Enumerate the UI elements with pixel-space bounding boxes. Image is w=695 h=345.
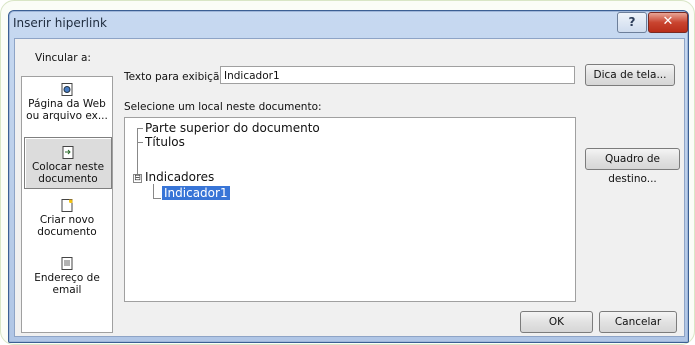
select-place-label: Selecione um local neste documento: xyxy=(124,101,322,113)
display-text-label: Texto para exibição: xyxy=(124,71,230,83)
tree-node-bookmark-indicador1[interactable]: Indicador1 xyxy=(162,186,230,200)
sidebar-item-label: Endereço de xyxy=(34,272,100,284)
cancel-button-label: Cancelar xyxy=(614,316,662,328)
tree-node-label: Indicadores xyxy=(145,170,215,184)
screen-tip-button-label: Dica de tela... xyxy=(593,69,667,81)
sidebar-item-label: Colocar neste xyxy=(31,161,105,173)
tree-node-label: Parte superior do documento xyxy=(145,121,320,135)
ok-button-label: OK xyxy=(548,316,565,328)
dialog-title: Inserir hiperlink xyxy=(13,16,107,30)
ok-button[interactable]: OK xyxy=(520,311,593,333)
tree-node-label: Títulos xyxy=(145,135,185,149)
sidebar-item-new-document[interactable]: Criar novo documento xyxy=(24,199,110,243)
target-frame-button[interactable]: Quadro de destino... xyxy=(585,148,680,185)
help-button[interactable]: ? xyxy=(617,12,647,33)
dialog-client-area: Vincular a: Página da Web ou arquivo ex.… xyxy=(14,38,685,337)
screen-tip-button[interactable]: Dica de tela... xyxy=(585,64,675,86)
help-icon: ? xyxy=(628,15,636,29)
sidebar-item-label: documento xyxy=(38,173,98,185)
tree-node-bookmarks[interactable]: Indicadores xyxy=(145,170,214,184)
close-button[interactable]: ✕ xyxy=(648,12,688,33)
cancel-button[interactable]: Cancelar xyxy=(599,311,677,333)
sidebar-item-email-address[interactable]: Endereço de email xyxy=(24,257,110,301)
title-bar: Inserir hiperlink ? ✕ xyxy=(9,11,688,37)
tree-connector xyxy=(137,129,138,177)
place-in-document-icon xyxy=(62,146,74,159)
tree-node-top-of-document[interactable]: Parte superior do documento xyxy=(145,121,320,135)
close-icon: ✕ xyxy=(662,14,674,29)
tree-node-headings[interactable]: Títulos xyxy=(145,135,185,149)
sidebar-item-label: Criar novo xyxy=(39,214,95,226)
sidebar-item-web-page[interactable]: Página da Web ou arquivo ex... xyxy=(24,83,110,125)
email-address-icon xyxy=(61,257,73,270)
sidebar-item-label: documento xyxy=(37,226,97,238)
sidebar-item-label: email xyxy=(52,284,82,296)
tree-connector xyxy=(153,198,161,199)
link-to-sidebar: Página da Web ou arquivo ex... Colocar n… xyxy=(21,76,113,333)
collapse-icon[interactable]: ⊟ xyxy=(133,174,142,183)
tree-node-label: Indicador1 xyxy=(162,186,230,200)
tree-connector xyxy=(137,142,143,143)
insert-hyperlink-dialog: Inserir hiperlink ? ✕ Vincular a: Página… xyxy=(8,10,689,343)
new-document-icon xyxy=(61,199,73,212)
document-location-tree[interactable]: Parte superior do documento Títulos ⊟ In… xyxy=(124,117,576,302)
sidebar-item-label: Página da Web xyxy=(28,98,106,110)
tree-connector xyxy=(153,184,154,198)
tree-connector xyxy=(137,128,143,129)
display-text-input[interactable]: Indicador1 xyxy=(220,66,575,84)
web-page-icon xyxy=(61,83,73,96)
sidebar-item-place-in-document[interactable]: Colocar neste documento xyxy=(24,137,112,189)
sidebar-item-label: ou arquivo ex... xyxy=(26,110,108,122)
link-to-label: Vincular a: xyxy=(35,52,91,64)
target-frame-button-label: Quadro de destino... xyxy=(605,153,660,185)
